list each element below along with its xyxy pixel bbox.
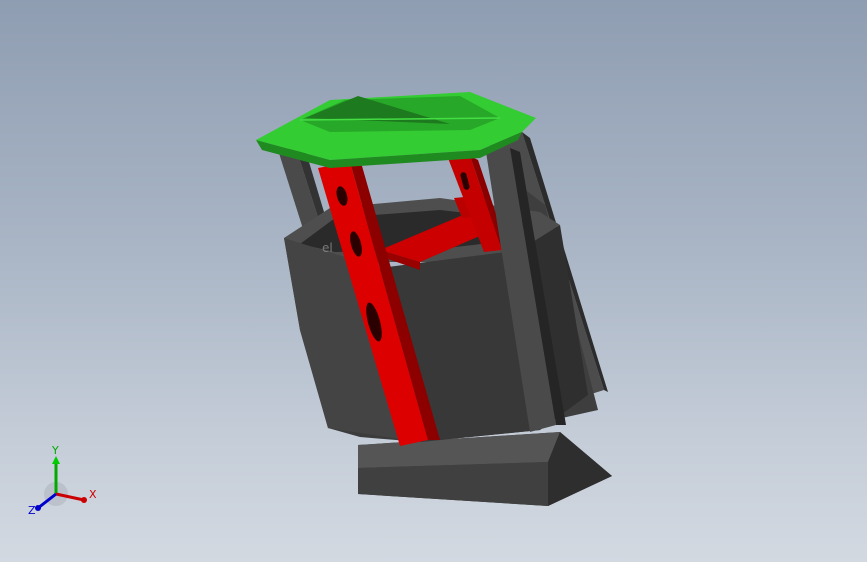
graphics-viewport[interactable]: el Y X Z xyxy=(0,0,867,562)
3d-model-view[interactable]: el xyxy=(0,0,867,562)
base-block[interactable] xyxy=(358,432,612,506)
y-axis-label: Y xyxy=(51,444,59,457)
engraved-text: el xyxy=(322,241,333,255)
x-axis-label: X xyxy=(89,488,97,501)
axis-triad: Y X Z xyxy=(28,444,97,517)
z-axis-label: Z xyxy=(28,504,36,517)
